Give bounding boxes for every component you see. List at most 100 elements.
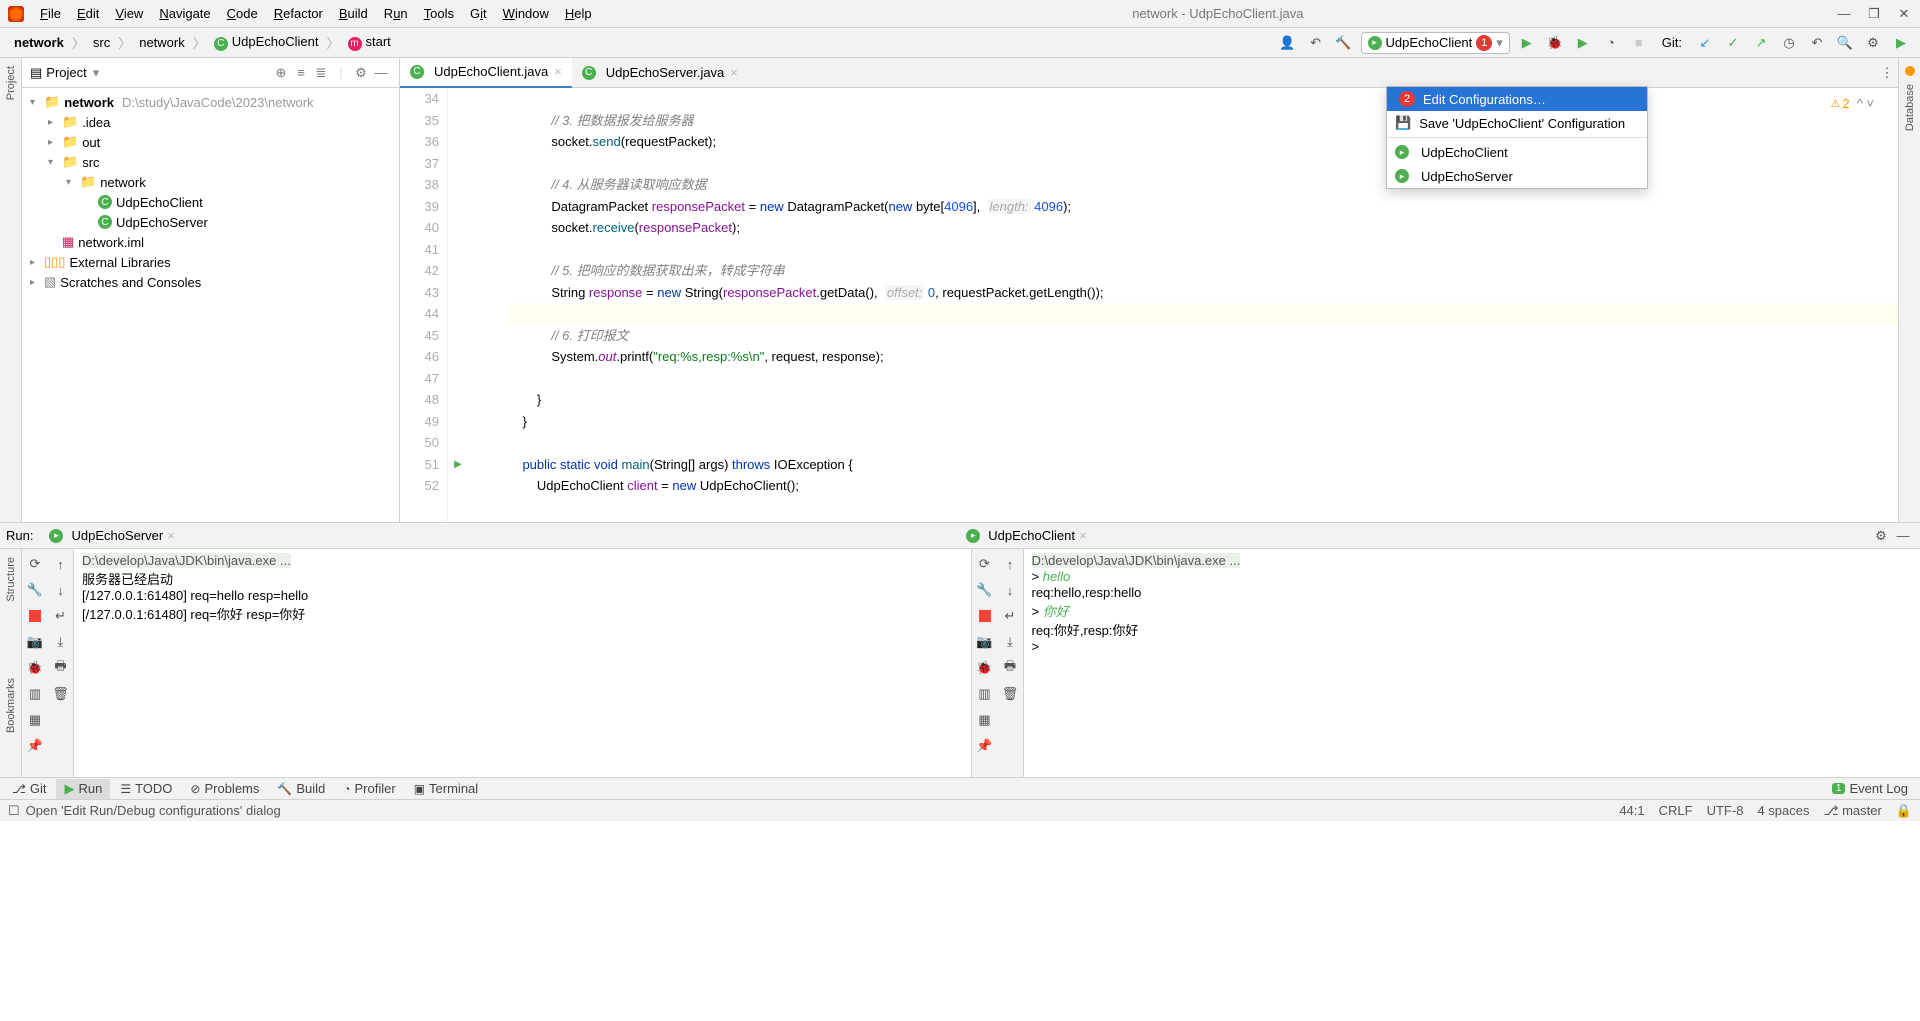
tree-scratches[interactable]: ▸▧Scratches and Consoles: [22, 272, 399, 292]
tab-client[interactable]: CUdpEchoClient.java×: [400, 58, 572, 88]
back-icon[interactable]: ↶: [1305, 32, 1327, 54]
status-sep[interactable]: CRLF: [1659, 803, 1693, 818]
line-gutter[interactable]: 34353637383940414243444546474849505152: [400, 88, 448, 522]
status-enc[interactable]: UTF-8: [1707, 803, 1744, 818]
tab-close-icon[interactable]: ×: [730, 65, 738, 80]
camera-icon[interactable]: 📷: [24, 631, 46, 653]
camera-icon[interactable]: 📷: [974, 631, 996, 653]
run-config-selector[interactable]: ▸ UdpEchoClient 1 ▾: [1361, 32, 1510, 54]
structure-tool-button[interactable]: Structure: [5, 557, 17, 602]
bb-git[interactable]: ⎇ Git: [4, 779, 54, 798]
hammer-icon[interactable]: 🔨: [1333, 32, 1355, 54]
play-all-icon[interactable]: ▶: [1890, 32, 1912, 54]
menu-help[interactable]: Help: [557, 6, 600, 21]
console-client[interactable]: D:\develop\Java\JDK\bin\java.exe ... > h…: [1024, 549, 1920, 777]
close-icon[interactable]: ✕: [1896, 6, 1912, 22]
bb-todo[interactable]: ☰ TODO: [112, 779, 180, 798]
bb-run[interactable]: ▶ Run: [56, 779, 110, 799]
clear-icon[interactable]: 🗑: [999, 683, 1021, 705]
bookmarks-tool-button[interactable]: Bookmarks: [5, 678, 17, 733]
layout-icon[interactable]: ▦: [974, 709, 996, 731]
tree-class-client[interactable]: CUdpEchoClient: [22, 192, 399, 212]
menu-window[interactable]: Window: [495, 6, 557, 21]
tab-more-icon[interactable]: ⋮: [1876, 62, 1898, 84]
console-server[interactable]: D:\develop\Java\JDK\bin\java.exe ... 服务器…: [74, 549, 971, 777]
scroll-icon[interactable]: ⤓: [50, 631, 72, 653]
tab-server[interactable]: CUdpEchoServer.java×: [572, 58, 748, 88]
add-user-icon[interactable]: 👤: [1277, 32, 1299, 54]
menu-view[interactable]: View: [107, 6, 151, 21]
code-editor[interactable]: // 3. 把数据报发给服务器 socket.send(requestPacke…: [468, 88, 1898, 522]
git-update-icon[interactable]: ↙: [1694, 32, 1716, 54]
status-branch[interactable]: ⎇ master: [1823, 803, 1881, 819]
run-tab-server[interactable]: ▸UdpEchoServer×: [41, 526, 182, 545]
rerun-icon[interactable]: ⟳: [974, 553, 996, 575]
hide-icon[interactable]: —: [371, 63, 391, 83]
git-history-icon[interactable]: ◷: [1778, 32, 1800, 54]
gear-icon[interactable]: ⚙: [351, 63, 371, 83]
git-commit-icon[interactable]: ✓: [1722, 32, 1744, 54]
clear-icon[interactable]: 🗑: [50, 683, 72, 705]
menu-run[interactable]: Run: [376, 6, 416, 21]
collapse-icon[interactable]: ≣: [311, 63, 331, 83]
menu-git[interactable]: Git: [462, 6, 495, 21]
lock-icon[interactable]: 🔒: [1896, 803, 1912, 819]
crumb-pkg[interactable]: network: [133, 33, 191, 52]
bb-terminal[interactable]: ▣ Terminal: [406, 779, 486, 798]
crumb-src[interactable]: src: [87, 33, 116, 52]
menu-edit[interactable]: Edit: [69, 6, 107, 21]
print-icon[interactable]: 🖶: [999, 657, 1021, 679]
up-icon[interactable]: ↑: [999, 553, 1021, 575]
layout-icon[interactable]: ▦: [24, 709, 46, 731]
print-icon[interactable]: 🖶: [50, 657, 72, 679]
run-settings-icon[interactable]: ⚙: [1870, 525, 1892, 547]
stop-button[interactable]: [24, 605, 46, 627]
bb-profiler[interactable]: ◔ Profiler: [335, 779, 403, 798]
dump-icon[interactable]: 🐞: [974, 657, 996, 679]
pin-icon[interactable]: 📌: [24, 735, 46, 757]
wrench-icon[interactable]: 🔧: [974, 579, 996, 601]
stop-button[interactable]: [974, 605, 996, 627]
sidebar-icon[interactable]: ▥: [24, 683, 46, 705]
tree-root[interactable]: ▾📁networkD:\study\JavaCode\2023\network: [22, 92, 399, 112]
status-pos[interactable]: 44:1: [1619, 803, 1644, 818]
pin-icon[interactable]: 📌: [974, 735, 996, 757]
coverage-icon[interactable]: ▶: [1572, 32, 1594, 54]
maximize-icon[interactable]: ❐: [1866, 6, 1882, 22]
menu-navigate[interactable]: Navigate: [151, 6, 218, 21]
git-push-icon[interactable]: ↗: [1750, 32, 1772, 54]
menu-file[interactable]: File: [32, 6, 69, 21]
search-icon[interactable]: 🔍: [1834, 32, 1856, 54]
run-tab-client[interactable]: ▸UdpEchoClient×: [958, 526, 1094, 545]
tree-pkg[interactable]: ▾📁network: [22, 172, 399, 192]
profile-icon[interactable]: ◔: [1600, 32, 1622, 54]
bb-eventlog[interactable]: 1 Event Log: [1824, 779, 1916, 798]
tree-idea[interactable]: ▸📁.idea: [22, 112, 399, 132]
stop-icon[interactable]: ■: [1628, 32, 1650, 54]
dd-edit-config[interactable]: 2 Edit Configurations…: [1387, 87, 1647, 111]
status-indent[interactable]: 4 spaces: [1757, 803, 1809, 818]
dd-save-config[interactable]: 💾Save 'UdpEchoClient' Configuration: [1387, 111, 1647, 135]
expand-icon[interactable]: ≡: [291, 63, 311, 83]
tab-close-icon[interactable]: ×: [554, 64, 562, 79]
menu-build[interactable]: Build: [331, 6, 376, 21]
dump-icon[interactable]: 🐞: [24, 657, 46, 679]
warning-indicator[interactable]: ⚠ 2 ^ ˅: [1831, 96, 1874, 111]
settings-icon[interactable]: ⚙: [1862, 32, 1884, 54]
tree-iml[interactable]: ▦network.iml: [22, 232, 399, 252]
crumb-class[interactable]: CUdpEchoClient: [208, 32, 325, 53]
dd-server[interactable]: ▸UdpEchoServer: [1387, 164, 1647, 188]
dd-client[interactable]: ▸UdpEchoClient: [1387, 140, 1647, 164]
tree-out[interactable]: ▸📁out: [22, 132, 399, 152]
crumb-method[interactable]: mstart: [342, 32, 397, 53]
sidebar-icon[interactable]: ▥: [974, 683, 996, 705]
run-hide-icon[interactable]: —: [1892, 525, 1914, 547]
down-icon[interactable]: ↓: [999, 579, 1021, 601]
wrap-icon[interactable]: ↵: [50, 605, 72, 627]
notification-dot[interactable]: [1905, 66, 1915, 76]
up-icon[interactable]: ↑: [50, 553, 72, 575]
run-icon[interactable]: ▶: [1516, 32, 1538, 54]
crumb-project[interactable]: network: [8, 33, 70, 52]
database-tool-button[interactable]: Database: [1904, 84, 1916, 131]
wrap-icon[interactable]: ↵: [999, 605, 1021, 627]
